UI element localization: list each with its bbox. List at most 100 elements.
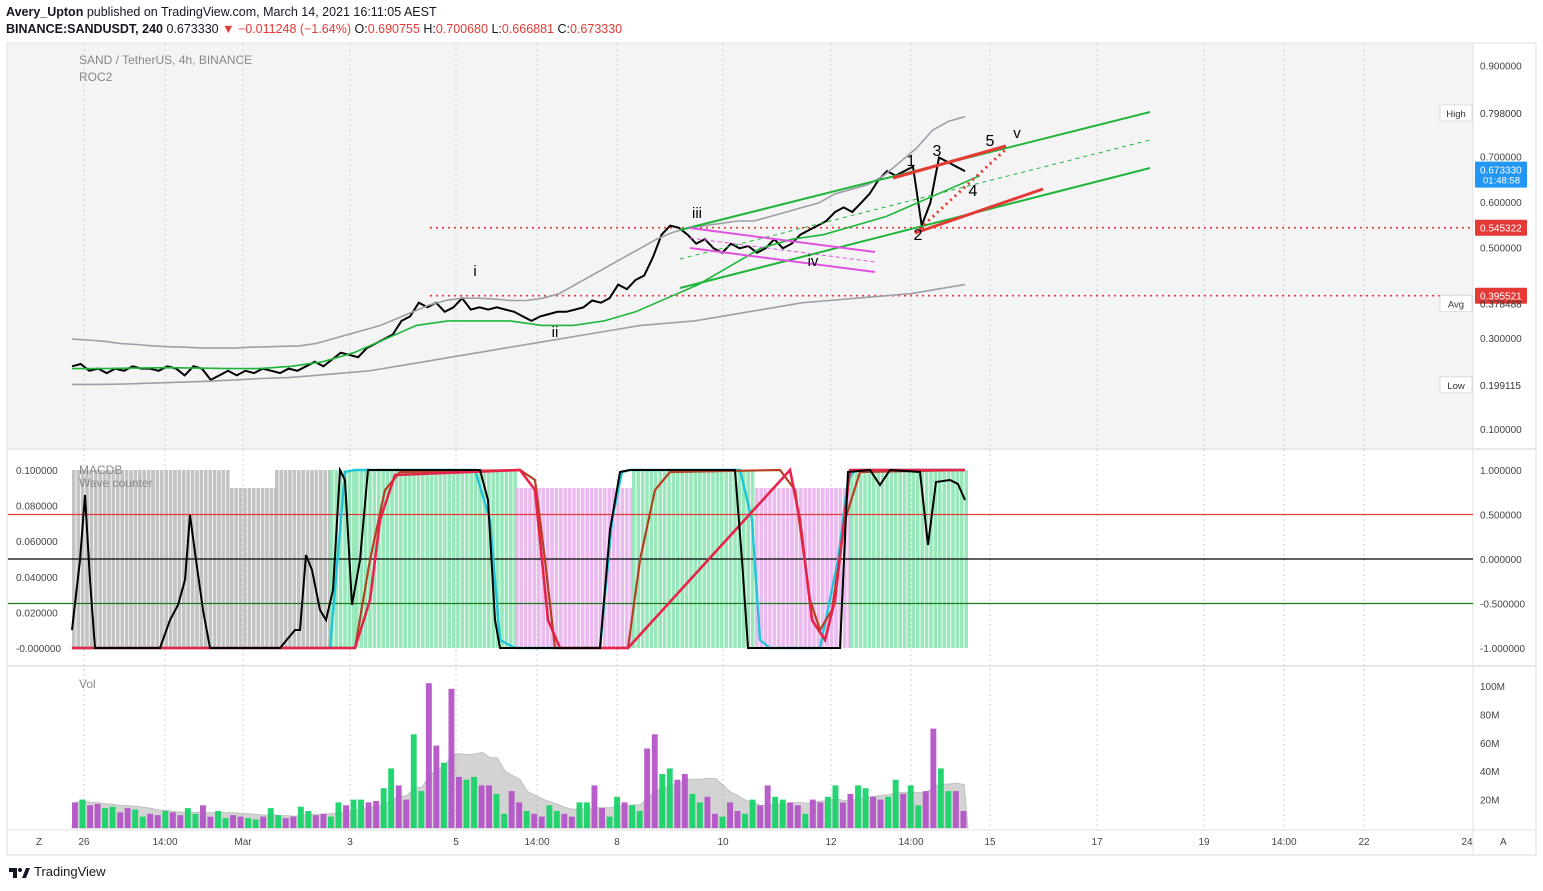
wave-label[interactable]: i (473, 263, 476, 280)
volume-bar[interactable] (260, 816, 267, 828)
volume-bar[interactable] (862, 788, 869, 828)
volume-bar[interactable] (102, 808, 108, 828)
volume-bar[interactable] (365, 802, 372, 828)
volume-bar[interactable] (674, 779, 681, 828)
volume-bar[interactable] (177, 815, 184, 828)
volume-bar[interactable] (267, 808, 274, 828)
volume-bar[interactable] (809, 799, 816, 828)
volume-bar[interactable] (501, 813, 508, 828)
volume-bar[interactable] (629, 805, 636, 828)
volume-bar[interactable] (425, 683, 432, 828)
volume-bar[interactable] (215, 811, 221, 828)
volume-bar[interactable] (94, 803, 101, 828)
volume-bar[interactable] (614, 796, 620, 828)
volume-bar[interactable] (335, 802, 342, 828)
volume-bar[interactable] (305, 811, 312, 828)
volume-bar[interactable] (486, 785, 492, 828)
volume-bar[interactable] (343, 805, 349, 828)
volume-bar[interactable] (531, 813, 538, 828)
volume-bar[interactable] (644, 748, 651, 829)
volume-bar[interactable] (192, 813, 199, 828)
volume-bar[interactable] (885, 796, 892, 828)
volume-bar[interactable] (651, 734, 658, 828)
wave-label[interactable]: iv (808, 253, 819, 270)
wave-label[interactable]: iii (692, 205, 702, 222)
volume-bar[interactable] (817, 802, 824, 828)
volume-bar[interactable] (207, 816, 214, 828)
volume-bar[interactable] (824, 796, 831, 828)
volume-bar[interactable] (704, 796, 711, 828)
volume-bar[interactable] (584, 802, 590, 828)
volume-bar[interactable] (200, 805, 206, 828)
chart-area[interactable]: iiiiiiivv12345 26 14:00 Mar 3 5 14:00 8 10 12 14:… (0, 0, 1543, 891)
wave-label[interactable]: 3 (933, 143, 942, 160)
volume-bar[interactable] (568, 816, 575, 828)
volume-bar[interactable] (681, 774, 688, 828)
volume-bar[interactable] (900, 793, 907, 828)
volume-bar[interactable] (606, 816, 613, 828)
volume-bar[interactable] (463, 779, 470, 828)
volume-bar[interactable] (395, 785, 402, 828)
log-toggle[interactable]: Z (36, 837, 42, 848)
volume-bar[interactable] (689, 793, 696, 828)
tradingview-logo[interactable]: TradingView (8, 864, 106, 879)
volume-bar[interactable] (757, 805, 764, 828)
volume-bar[interactable] (297, 806, 304, 828)
volume-bar[interactable] (576, 802, 583, 828)
volume-bar[interactable] (169, 812, 176, 828)
volume-bar[interactable] (787, 802, 794, 828)
volume-bar[interactable] (184, 808, 191, 828)
wave-label[interactable]: 2 (914, 227, 923, 244)
volume-bar[interactable] (696, 802, 703, 828)
volume-bar[interactable] (154, 815, 161, 828)
volume-bar[interactable] (772, 796, 779, 828)
volume-bar[interactable] (410, 734, 417, 828)
volume-bar[interactable] (117, 812, 124, 828)
volume-bar[interactable] (440, 762, 447, 828)
volume-bar[interactable] (734, 811, 741, 828)
volume-bar[interactable] (546, 805, 553, 828)
volume-bar[interactable] (79, 799, 86, 828)
volume-bar[interactable] (478, 785, 485, 828)
wave-label[interactable]: 5 (986, 133, 995, 150)
volume-bar[interactable] (139, 816, 146, 828)
wave-label[interactable]: 4 (969, 183, 978, 200)
volume-bar[interactable] (237, 816, 244, 828)
volume-bar[interactable] (312, 815, 319, 828)
volume-bar[interactable] (433, 745, 440, 828)
volume-bar[interactable] (659, 774, 666, 828)
volume-bar[interactable] (764, 785, 771, 828)
volume-bar[interactable] (87, 805, 93, 828)
volume-bar[interactable] (388, 768, 395, 828)
volume-bar[interactable] (922, 791, 929, 828)
volume-bar[interactable] (275, 815, 282, 828)
volume-bar[interactable] (320, 813, 327, 828)
volume-bar[interactable] (72, 802, 78, 828)
volume-bar[interactable] (538, 816, 545, 828)
volume-bar[interactable] (727, 802, 733, 828)
volume-bar[interactable] (448, 688, 455, 828)
volume-bar[interactable] (945, 791, 952, 828)
volume-bar[interactable] (508, 791, 515, 828)
volume-bar[interactable] (952, 791, 959, 828)
volume-bar[interactable] (162, 811, 169, 828)
volume-bar[interactable] (621, 802, 628, 828)
volume-bar[interactable] (742, 813, 748, 828)
volume-bar[interactable] (230, 815, 236, 828)
volume-bar[interactable] (516, 802, 523, 828)
volume-bar[interactable] (855, 785, 861, 828)
volume-bar[interactable] (802, 813, 809, 828)
volume-bar[interactable] (877, 799, 884, 828)
volume-bar[interactable] (328, 816, 334, 828)
volume-bar[interactable] (350, 799, 357, 828)
volume-bar[interactable] (282, 818, 289, 828)
volume-bar[interactable] (222, 818, 229, 828)
volume-bar[interactable] (840, 802, 846, 828)
volume-bar[interactable] (358, 799, 364, 828)
volume-bar[interactable] (124, 808, 131, 828)
volume-bar[interactable] (779, 799, 786, 828)
volume-bar[interactable] (147, 813, 154, 828)
volume-bar[interactable] (493, 793, 500, 828)
volume-bar[interactable] (290, 816, 297, 828)
volume-bar[interactable] (109, 806, 116, 828)
